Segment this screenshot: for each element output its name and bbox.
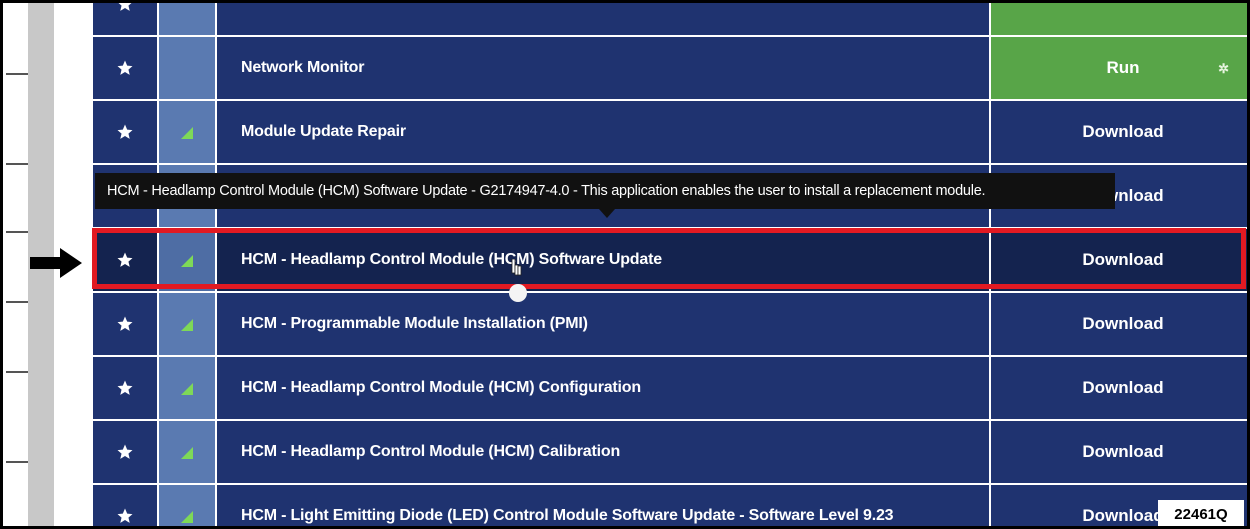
star-icon[interactable] [116,443,134,461]
favorite-cell[interactable] [93,3,159,35]
signal-cell [159,357,217,419]
signal-cell [159,485,217,526]
application-name[interactable]: HCM - Headlamp Control Module (HCM) Cali… [217,421,991,483]
signal-bars-icon [179,381,195,395]
signal-bars-icon [179,317,195,331]
sidebar-tick [6,163,28,165]
favorite-cell[interactable] [93,293,159,355]
application-row[interactable]: HCM - Programmable Module Installation (… [93,293,1247,357]
application-row[interactable] [93,3,1247,37]
signal-bars-icon [179,509,195,523]
signal-bars-icon [179,125,195,139]
application-name[interactable] [217,3,991,35]
signal-cell [159,37,217,99]
signal-cell [159,101,217,163]
signal-bars-icon [179,253,195,267]
figure-label: 22461Q [1158,500,1244,526]
application-name[interactable]: HCM - Light Emitting Diode (LED) Control… [217,485,991,526]
signal-bars-icon [179,445,195,459]
tooltip-caret [599,209,615,218]
favorite-cell[interactable] [93,485,159,526]
application-name[interactable]: HCM - Programmable Module Installation (… [217,293,991,355]
signal-cell [159,3,217,35]
star-icon[interactable] [116,123,134,141]
application-row-selected[interactable]: HCM - Headlamp Control Module (HCM) Soft… [93,229,1247,293]
sidebar-tick [6,231,28,233]
signal-cell [159,293,217,355]
signal-cell [159,421,217,483]
application-row[interactable]: HCM - Headlamp Control Module (HCM) Conf… [93,357,1247,421]
application-row[interactable]: HCM - Headlamp Control Module (HCM) Cali… [93,421,1247,485]
download-button[interactable]: Download [991,357,1247,419]
application-row[interactable]: Module Update Repair Download [93,101,1247,165]
sidebar-tick [6,73,28,75]
star-icon[interactable] [116,379,134,397]
application-name[interactable]: HCM - Headlamp Control Module (HCM) Soft… [217,229,991,291]
refresh-icon[interactable]: ✲ [1218,61,1229,77]
application-screenshot: Network Monitor Run ✲ Module Update Repa… [0,0,1250,529]
arrow-right-icon [30,248,82,283]
application-list: Network Monitor Run ✲ Module Update Repa… [93,3,1247,526]
run-label: Run [1106,58,1140,77]
signal-cell [159,229,217,291]
application-row[interactable]: Network Monitor Run ✲ [93,37,1247,101]
favorite-cell[interactable] [93,357,159,419]
favorite-cell[interactable] [93,421,159,483]
download-button[interactable]: Download [991,229,1247,291]
star-icon[interactable] [116,251,134,269]
download-button[interactable]: Download [991,293,1247,355]
hand-cursor-icon [508,258,530,308]
application-name[interactable]: HCM - Headlamp Control Module (HCM) Conf… [217,357,991,419]
application-tooltip: HCM - Headlamp Control Module (HCM) Soft… [95,173,1115,209]
download-button[interactable]: Download [991,101,1247,163]
run-button[interactable] [991,3,1247,35]
sidebar-tick [6,371,28,373]
favorite-cell[interactable] [93,101,159,163]
application-name[interactable]: Network Monitor [217,37,991,99]
star-icon[interactable] [116,3,134,13]
star-icon[interactable] [116,315,134,333]
sidebar-tick [6,461,28,463]
star-icon[interactable] [116,59,134,77]
application-row[interactable]: HCM - Light Emitting Diode (LED) Control… [93,485,1247,526]
run-button[interactable]: Run ✲ [991,37,1247,99]
download-button[interactable]: Download [991,421,1247,483]
application-name[interactable]: Module Update Repair [217,101,991,163]
favorite-cell[interactable] [93,37,159,99]
favorite-cell[interactable] [93,229,159,291]
star-icon[interactable] [116,507,134,525]
sidebar-tick [6,301,28,303]
